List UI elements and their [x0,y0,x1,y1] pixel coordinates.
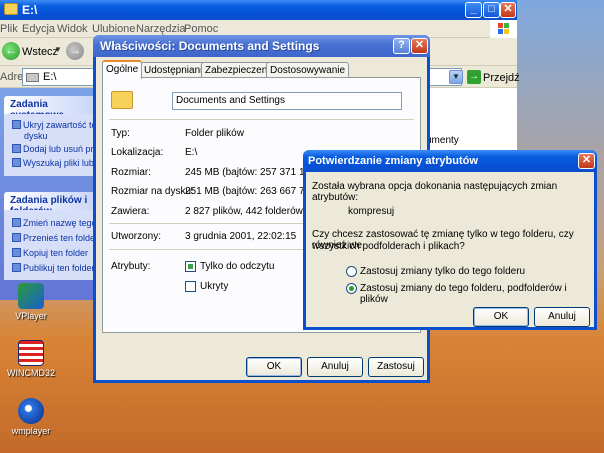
system-tasks-panel: Ukryj zawartość tego dysku Dodaj lub usu… [4,114,100,176]
wincmd-icon [18,340,44,366]
forward-arrow-icon[interactable]: → [66,42,84,60]
size-value: 245 MB (bajtów: 257 371 154) [185,167,319,178]
task-rename[interactable]: Zmień nazwę tego folderu [12,218,98,228]
folder-icon [111,91,133,109]
divider [109,119,414,120]
menu-file[interactable]: Plik [0,23,18,35]
file-tasks-header[interactable]: Zadania plików i folderów [4,192,100,217]
confirm-question-line2: wszystkich podfolderach i plikach? [312,241,465,252]
menu-tools[interactable]: Narzędzia [136,23,186,35]
tab-customize[interactable]: Dostosowywanie [266,62,350,78]
desktop-icon-vplayer[interactable]: VPlayer [1,283,61,321]
vplayer-icon [18,283,44,309]
folder-only-radio[interactable] [346,266,357,277]
properties-close-button[interactable]: ✕ [411,38,428,54]
explorer-title: E:\ [22,3,38,17]
confirm-title-bar[interactable]: Potwierdzanie zmiany atrybutów ✕ [303,150,597,172]
move-icon [12,233,21,242]
menu-favorites[interactable]: Ulubione [92,23,135,35]
windows-logo-icon [490,20,517,38]
desktop-icon-wmplayer[interactable]: wmplayer [1,398,61,436]
hidden-label[interactable]: Ukryty [200,281,228,292]
tab-general[interactable]: Ogólne [102,60,143,79]
search-icon [12,158,21,167]
size-on-disk-label: Rozmiar na dysku: [111,186,194,197]
location-label: Lokalizacja: [111,147,164,158]
all-subfolders-label[interactable]: Zastosuj zmiany do tego folderu, podfold… [360,283,594,305]
properties-apply-button[interactable]: Zastosuj [368,357,424,377]
size-label: Rozmiar: [111,167,152,178]
close-button[interactable]: ✕ [500,2,516,18]
go-arrow-icon[interactable]: → [467,70,481,84]
contains-value: 2 827 plików, 442 folderów [185,206,303,217]
back-label[interactable]: Wstecz [22,46,58,58]
confirm-cancel-button[interactable]: Anuluj [534,307,590,327]
task-pane: Zadania systemowe Ukryj zawartość tego d… [0,88,100,300]
file-tasks-panel: Zmień nazwę tego folderu Przenieś ten fo… [4,210,100,280]
confirm-close-button[interactable]: ✕ [578,153,595,169]
readonly-checkbox[interactable] [185,261,196,272]
confirm-change-text: kompresuj [348,206,395,217]
back-dropdown-icon[interactable]: ▼ [54,45,62,54]
all-subfolders-radio[interactable] [346,283,357,294]
menu-view[interactable]: Widok [57,23,88,35]
properties-cancel-button[interactable]: Anuluj [307,357,363,377]
properties-title-bar[interactable]: Właściwości: Documents and Settings ? ✕ [93,35,430,57]
confirm-title: Potwierdzanie zmiany atrybutów [308,155,478,167]
created-value: 3 grudnia 2001, 22:02:15 [185,231,297,242]
folder-icon [4,3,18,15]
menu-help[interactable]: Pomoc [184,23,218,35]
folder-only-label[interactable]: Zastosuj zmiany tylko do tego folderu [360,266,525,277]
go-button[interactable]: Przejdź [483,72,520,84]
attributes-label: Atrybuty: [111,261,151,272]
task-icon [12,144,21,153]
publish-icon [12,263,21,272]
location-value: E:\ [185,147,198,158]
confirm-body: Została wybrana opcja dokonania następuj… [306,172,594,327]
minimize-button[interactable]: _ [465,2,482,18]
copy-icon [12,248,21,257]
maximize-button[interactable]: □ [483,2,500,18]
task-publish[interactable]: Publikuj ten folder [12,263,98,273]
confirm-intro-text: Została wybrana opcja dokonania następuj… [312,181,558,203]
task-add-remove[interactable]: Dodaj lub usuń programy [12,144,98,154]
folder-label-fragment[interactable]: umenty [426,135,459,146]
created-label: Utworzony: [111,231,162,242]
system-tasks-header[interactable]: Zadania systemowe [4,96,100,121]
properties-ok-button[interactable]: OK [246,357,302,377]
menu-edit[interactable]: Edycja [22,23,55,35]
desktop-icon-wincmd32[interactable]: WINCMD32 [1,340,61,378]
size-on-disk-value: 251 MB (bajtów: 263 667 712) [185,186,319,197]
folder-name-input[interactable]: Documents and Settings [172,92,402,110]
confirm-attributes-dialog: Potwierdzanie zmiany atrybutów ✕ Została… [303,150,597,330]
address-dropdown-icon[interactable]: ▼ [449,70,463,84]
type-label: Typ: [111,128,130,139]
wmplayer-icon [18,398,44,424]
explorer-title-bar[interactable]: E:\ _ □ ✕ [0,0,517,20]
rename-icon [12,218,21,227]
task-hide-drive[interactable]: Ukryj zawartość tego [12,120,98,130]
task-icon [12,120,21,129]
task-search[interactable]: Wyszukaj pliki lub foldery [12,158,98,168]
help-question-icon[interactable]: ? [393,38,410,54]
readonly-label[interactable]: Tylko do odczytu [200,261,274,272]
task-copy[interactable]: Kopiuj ten folder [12,248,98,258]
back-arrow-icon[interactable]: ← [2,42,20,60]
type-value: Folder plików [185,128,244,139]
hidden-checkbox[interactable] [185,281,196,292]
drive-icon [26,73,39,82]
contains-label: Zawiera: [111,206,150,217]
properties-title: Właściwości: Documents and Settings [100,39,320,53]
confirm-ok-button[interactable]: OK [473,307,529,327]
task-move[interactable]: Przenieś ten folder [12,233,98,243]
